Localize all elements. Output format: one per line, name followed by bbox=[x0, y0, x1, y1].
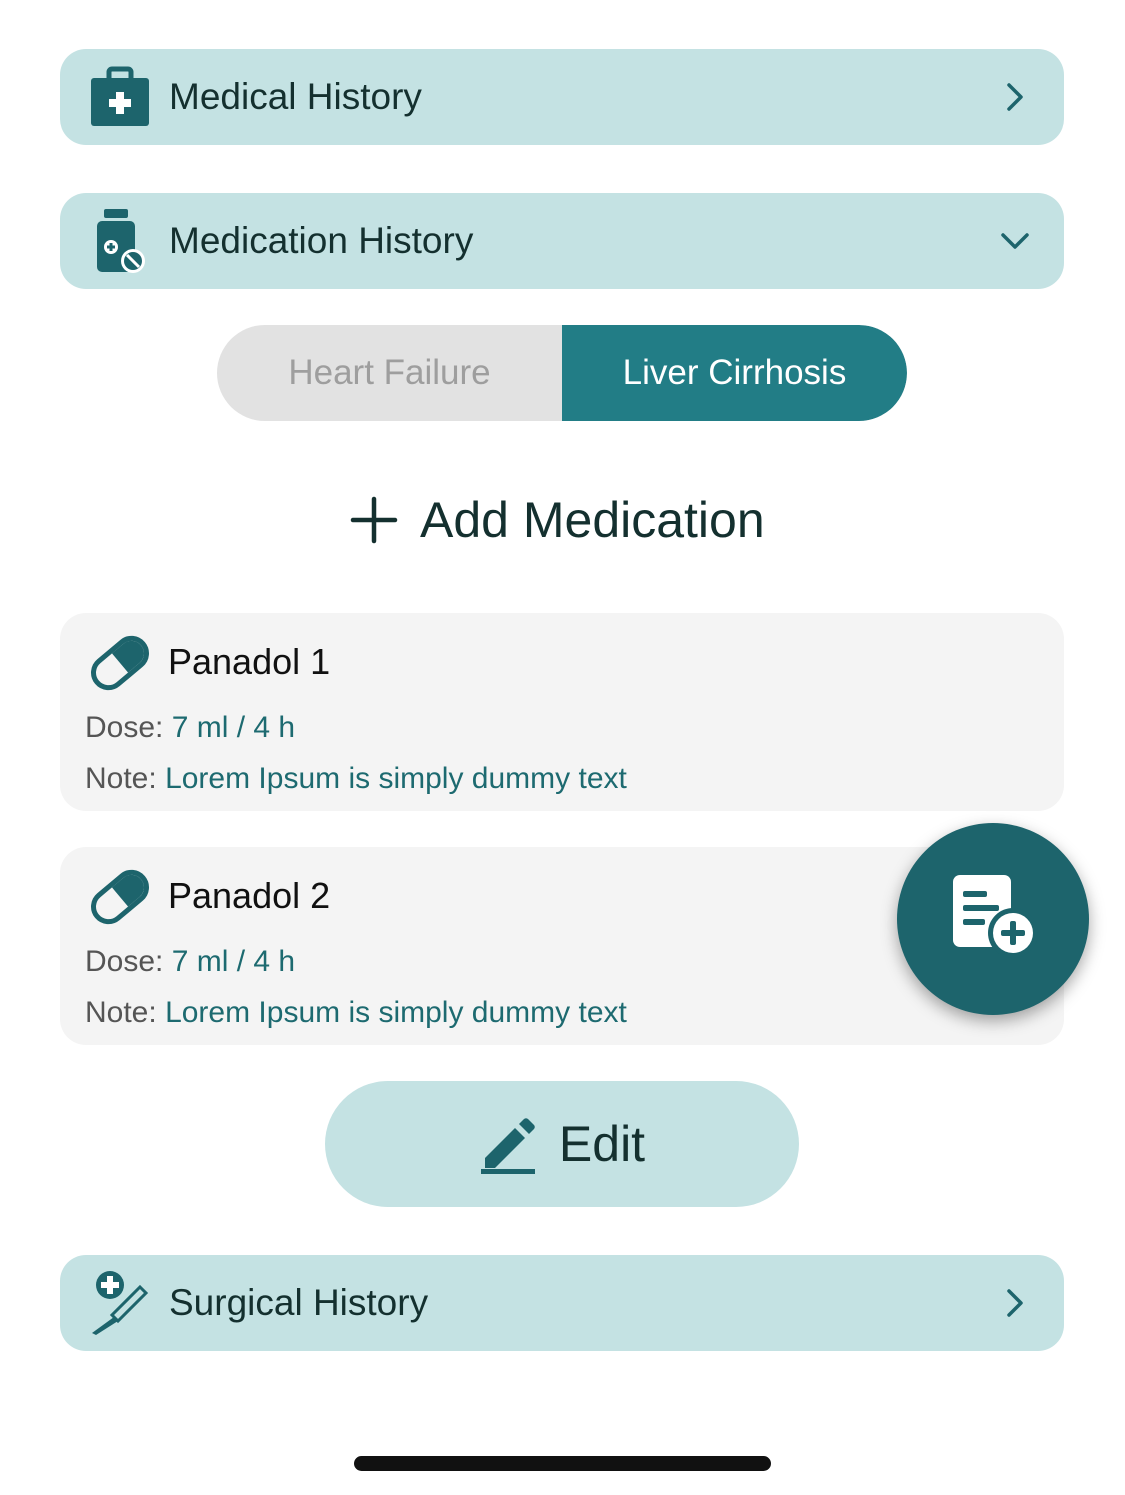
section-title: Surgical History bbox=[169, 1282, 429, 1323]
edit-label: Edit bbox=[558, 1116, 646, 1172]
tab-heart-failure[interactable]: Heart Failure bbox=[217, 325, 562, 421]
medicine-bottle-icon bbox=[88, 209, 152, 273]
note-label: Note: bbox=[85, 762, 157, 795]
surgical-history-section[interactable]: Surgical History bbox=[60, 1255, 1064, 1351]
chevron-right-icon bbox=[998, 1286, 1032, 1320]
tab-liver-cirrhosis[interactable]: Liver Cirrhosis bbox=[562, 325, 907, 421]
medication-name: Panadol 1 bbox=[168, 641, 331, 682]
home-indicator bbox=[354, 1456, 771, 1471]
section-title: Medical History bbox=[169, 76, 422, 117]
plus-icon bbox=[350, 496, 398, 544]
medical-history-section[interactable]: Medical History bbox=[60, 49, 1064, 145]
note-row: Note: Lorem Ipsum is simply dummy text bbox=[85, 762, 627, 796]
add-document-icon bbox=[947, 871, 1039, 968]
dose-label: Dose: bbox=[85, 945, 164, 978]
section-title: Medication History bbox=[169, 220, 474, 261]
add-medication-label: Add Medication bbox=[420, 492, 765, 548]
add-document-fab[interactable] bbox=[897, 823, 1089, 1015]
dose-label: Dose: bbox=[85, 711, 164, 744]
note-row: Note: Lorem Ipsum is simply dummy text bbox=[85, 996, 627, 1030]
note-label: Note: bbox=[85, 996, 157, 1029]
dose-row: Dose: 7 ml / 4 h bbox=[85, 711, 295, 745]
note-value: Lorem Ipsum is simply dummy text bbox=[165, 762, 627, 795]
scalpel-icon bbox=[88, 1271, 152, 1335]
add-medication-button[interactable]: Add Medication bbox=[350, 485, 765, 555]
dose-value: 7 ml / 4 h bbox=[171, 711, 296, 744]
dose-row: Dose: 7 ml / 4 h bbox=[85, 945, 295, 979]
chevron-down-icon bbox=[998, 224, 1032, 258]
medication-card[interactable]: Panadol 1 Dose: 7 ml / 4 h Note: Lorem I… bbox=[60, 613, 1064, 811]
condition-segmented-control: Heart Failure Liver Cirrhosis bbox=[217, 325, 907, 421]
medical-kit-icon bbox=[88, 65, 152, 129]
edit-button[interactable]: Edit bbox=[325, 1081, 799, 1207]
dose-value: 7 ml / 4 h bbox=[171, 945, 296, 978]
note-value: Lorem Ipsum is simply dummy text bbox=[165, 996, 627, 1029]
pencil-icon bbox=[479, 1114, 539, 1174]
medication-name: Panadol 2 bbox=[168, 875, 331, 916]
chevron-right-icon bbox=[998, 80, 1032, 114]
pill-icon bbox=[88, 631, 152, 695]
medication-history-section[interactable]: Medication History bbox=[60, 193, 1064, 289]
pill-icon bbox=[88, 865, 152, 929]
